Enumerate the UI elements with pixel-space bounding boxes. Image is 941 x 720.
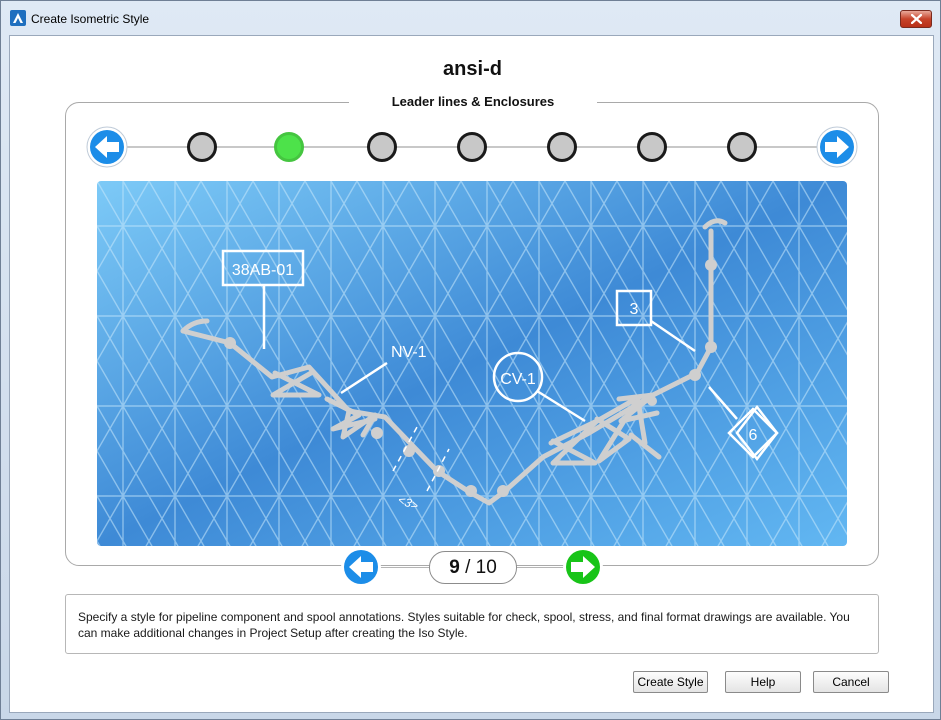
step-dot-4[interactable] xyxy=(457,132,487,162)
next-page-arrow-icon[interactable] xyxy=(562,546,604,588)
page-separator: / xyxy=(465,557,471,578)
step-next-arrow-icon[interactable] xyxy=(816,126,858,168)
help-button[interactable]: Help xyxy=(725,671,801,693)
step-dot-1[interactable] xyxy=(187,132,217,162)
check-valve-label: CV-1 xyxy=(500,371,536,388)
step-dot-2-active[interactable] xyxy=(274,132,304,162)
step-dot-6[interactable] xyxy=(637,132,667,162)
app-logo-icon xyxy=(10,10,26,26)
page-navigator: 9 / 10 xyxy=(340,543,604,589)
title-bar: Create Isometric Style xyxy=(1,1,940,35)
prev-page-arrow-icon[interactable] xyxy=(340,546,382,588)
window-title: Create Isometric Style xyxy=(31,12,150,26)
create-style-button[interactable]: Create Style xyxy=(633,671,708,693)
dialog-window: Create Isometric Style ansi-d Leader lin… xyxy=(0,0,941,720)
step-indicator xyxy=(86,126,861,168)
preview-image: 38AB-01 NV-1 CV-1 3 6 <3> xyxy=(97,181,847,546)
cancel-button[interactable]: Cancel xyxy=(813,671,889,693)
section-title: Leader lines & Enclosures xyxy=(349,94,597,109)
close-button[interactable] xyxy=(900,10,932,28)
total-pages: 10 xyxy=(475,557,497,578)
step-prev-arrow-icon[interactable] xyxy=(86,126,128,168)
step-dot-5[interactable] xyxy=(547,132,577,162)
diamond-number-label: 6 xyxy=(749,427,758,444)
step-dot-7[interactable] xyxy=(727,132,757,162)
step-dot-3[interactable] xyxy=(367,132,397,162)
page-counter: 9 / 10 xyxy=(429,551,517,584)
description-text: Specify a style for pipeline component a… xyxy=(65,594,879,654)
wizard-group: Leader lines & Enclosures 38AB-01 NV-1 C… xyxy=(65,94,879,566)
dialog-content: ansi-d Leader lines & Enclosures 38AB-01… xyxy=(9,35,934,713)
current-page: 9 xyxy=(449,557,460,578)
close-icon xyxy=(911,14,922,24)
box-number-label: 3 xyxy=(630,301,639,318)
valve-label: NV-1 xyxy=(391,344,427,361)
style-name-heading: ansi-d xyxy=(443,58,502,80)
tag-label: 38AB-01 xyxy=(232,262,294,279)
